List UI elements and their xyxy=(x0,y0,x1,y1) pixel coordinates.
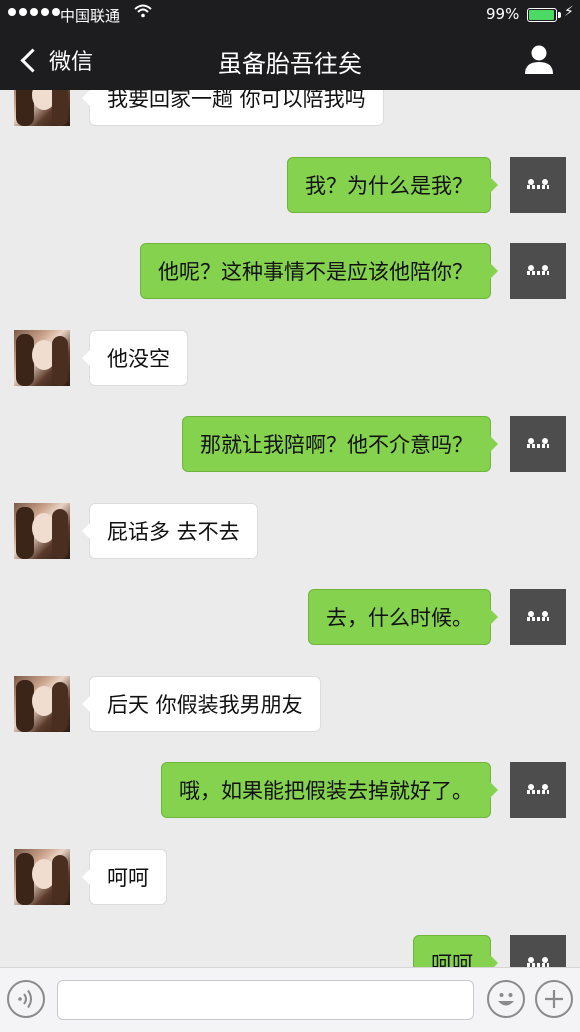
my-avatar[interactable] xyxy=(510,243,566,299)
outgoing-message-bubble[interactable]: 我？为什么是我？ xyxy=(287,157,498,213)
battery-percentage: 99% xyxy=(486,5,520,23)
outgoing-message-bubble[interactable]: 呵呵 xyxy=(413,935,498,967)
carrier-name: 中国联通 xyxy=(60,7,121,25)
person-icon xyxy=(525,45,553,74)
message-input[interactable] xyxy=(57,980,474,1020)
my-avatar[interactable] xyxy=(510,762,566,818)
message-row: 呵呵 xyxy=(0,935,580,967)
outgoing-message-bubble[interactable]: 去，什么时候。 xyxy=(308,589,498,645)
back-label: 微信 xyxy=(49,50,94,75)
outgoing-message-bubble[interactable]: 那就让我陪啊？他不介意吗？ xyxy=(182,416,498,472)
message-row: 他没空 xyxy=(0,330,580,386)
message-row: 呵呵 xyxy=(0,849,580,905)
battery-icon xyxy=(527,8,561,22)
chat-info-button[interactable] xyxy=(520,40,558,78)
contact-avatar[interactable] xyxy=(14,849,70,905)
back-button[interactable]: 微信 xyxy=(18,44,93,76)
wifi-icon xyxy=(134,3,152,22)
plus-icon xyxy=(545,990,563,1008)
message-row: 他呢？这种事情不是应该他陪你？ xyxy=(0,243,580,299)
navigation-bar: 微信 虽备胎吾往矣 xyxy=(0,30,580,90)
contact-avatar[interactable] xyxy=(14,676,70,732)
my-avatar[interactable] xyxy=(510,935,566,967)
outgoing-message-bubble[interactable]: 哦，如果能把假装去掉就好了。 xyxy=(161,762,498,818)
composer-bar xyxy=(0,967,580,1032)
contact-avatar[interactable] xyxy=(14,90,70,126)
my-avatar[interactable] xyxy=(510,589,566,645)
message-row: 我要回家一趟 你可以陪我吗 xyxy=(0,90,580,126)
message-row: 哦，如果能把假装去掉就好了。 xyxy=(0,762,580,818)
incoming-message-bubble[interactable]: 呵呵 xyxy=(82,849,167,905)
chevron-left-icon xyxy=(20,47,45,73)
contact-avatar[interactable] xyxy=(14,503,70,559)
voice-input-button[interactable] xyxy=(7,980,45,1018)
charging-icon: ⚡ xyxy=(564,4,574,20)
status-bar: 中国联通 99% ⚡ xyxy=(0,0,580,30)
incoming-message-bubble[interactable]: 我要回家一趟 你可以陪我吗 xyxy=(82,90,384,126)
more-options-button[interactable] xyxy=(535,980,573,1018)
incoming-message-bubble[interactable]: 后天 你假装我男朋友 xyxy=(82,676,321,732)
my-avatar[interactable] xyxy=(510,157,566,213)
contact-avatar[interactable] xyxy=(14,330,70,386)
message-row: 我？为什么是我？ xyxy=(0,157,580,213)
message-row: 后天 你假装我男朋友 xyxy=(0,676,580,732)
top-bar: 中国联通 99% ⚡ 微信 虽备胎吾往矣 xyxy=(0,0,580,90)
emoji-button[interactable] xyxy=(487,980,525,1018)
signal-strength-icon xyxy=(8,8,60,16)
my-avatar[interactable] xyxy=(510,416,566,472)
incoming-message-bubble[interactable]: 屁话多 去不去 xyxy=(82,503,258,559)
smiley-icon xyxy=(498,993,514,1006)
outgoing-message-bubble[interactable]: 他呢？这种事情不是应该他陪你？ xyxy=(140,243,498,299)
message-row: 去，什么时候。 xyxy=(0,589,580,645)
message-list[interactable]: 我要回家一趟 你可以陪我吗我？为什么是我？ 他呢？这种事情不是应该他陪你？ 他没空那… xyxy=(0,90,580,967)
sound-wave-icon xyxy=(18,989,32,1009)
message-row: 那就让我陪啊？他不介意吗？ xyxy=(0,416,580,472)
message-row: 屁话多 去不去 xyxy=(0,503,580,559)
incoming-message-bubble[interactable]: 他没空 xyxy=(82,330,188,386)
